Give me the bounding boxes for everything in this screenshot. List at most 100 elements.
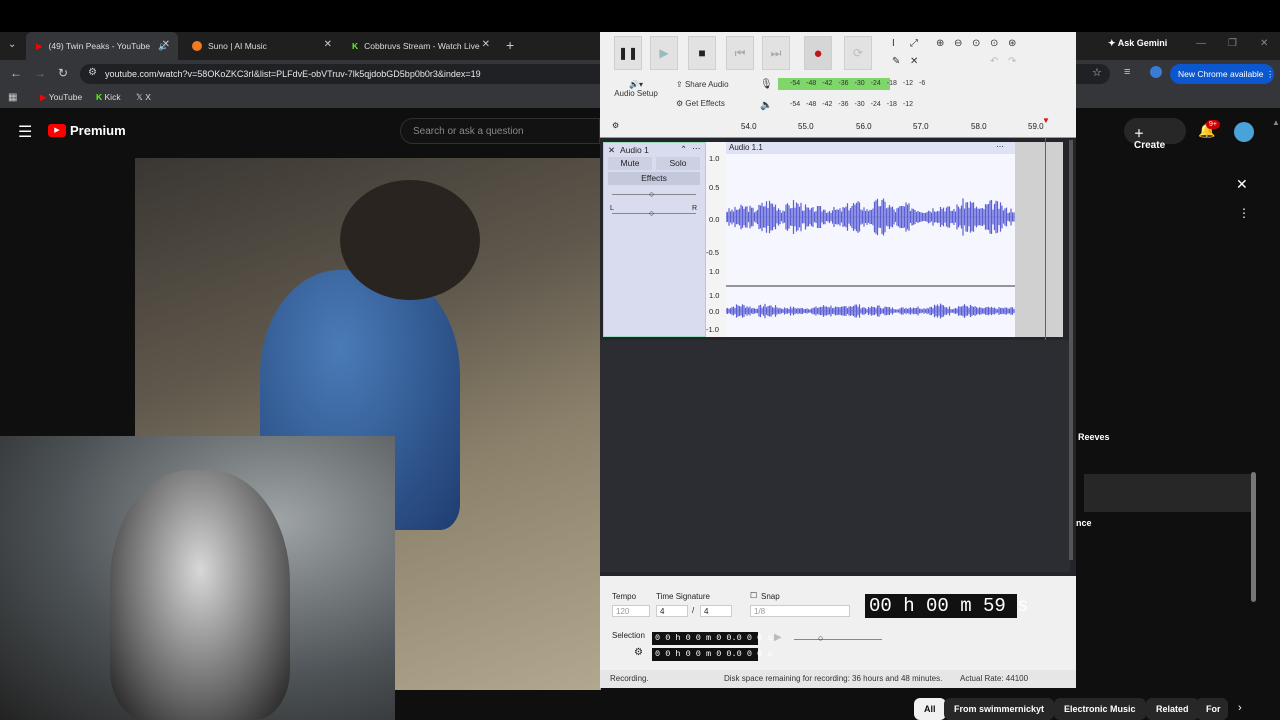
- close-panel-icon[interactable]: ✕: [1236, 176, 1248, 193]
- solo-button[interactable]: Solo: [656, 157, 700, 170]
- window-close-icon[interactable]: ✕: [1260, 38, 1268, 49]
- skip-end-button[interactable]: ⏭: [762, 36, 790, 70]
- draw-tool-icon[interactable]: ✎: [892, 56, 900, 67]
- gain-slider-thumb[interactable]: ○: [649, 189, 654, 199]
- loop-button[interactable]: ⟳: [844, 36, 872, 70]
- selection-settings-icon[interactable]: ⚙: [634, 647, 643, 658]
- zoom-out-icon[interactable]: ⊖: [954, 38, 962, 49]
- speed-slider[interactable]: [794, 639, 882, 640]
- selection-tool-icon[interactable]: I: [892, 38, 895, 49]
- close-tab-icon[interactable]: ✕: [162, 39, 170, 50]
- chip-all[interactable]: All: [914, 698, 946, 720]
- pause-button[interactable]: ❚❚: [614, 36, 642, 70]
- close-tab-icon[interactable]: ✕: [324, 39, 332, 50]
- bookmark-youtube[interactable]: ▶ YouTube: [40, 92, 82, 103]
- play-at-speed-icon[interactable]: ▶: [774, 632, 782, 643]
- redo-icon[interactable]: ↷: [1008, 56, 1016, 67]
- timeline-ruler[interactable]: ⚙ 54.0 55.0 56.0 57.0 58.0 59.0 ▼: [600, 116, 1076, 138]
- skip-start-button[interactable]: ⏮: [726, 36, 754, 70]
- zoom-toggle-icon[interactable]: ⊛: [1008, 38, 1016, 49]
- record-button[interactable]: ●: [804, 36, 832, 70]
- hamburger-menu-icon[interactable]: ☰: [18, 122, 32, 142]
- undo-icon[interactable]: ↶: [990, 56, 998, 67]
- timeline-settings-icon[interactable]: ⚙: [612, 121, 619, 130]
- tempo-input[interactable]: 120: [612, 605, 650, 617]
- playhead-marker-icon[interactable]: ▼: [1042, 116, 1050, 125]
- track-name[interactable]: Audio 1: [620, 145, 649, 155]
- microphone-icon[interactable]: 🎙: [760, 79, 773, 90]
- avatar[interactable]: [1234, 122, 1254, 142]
- bookmark-label: X: [145, 92, 151, 102]
- time-signature-numerator[interactable]: 4: [656, 605, 688, 617]
- tab-suno[interactable]: Suno | AI Music ✕: [182, 32, 340, 60]
- forward-icon[interactable]: →: [34, 66, 46, 80]
- reload-icon[interactable]: ↻: [58, 66, 68, 80]
- play-icon: ▶: [659, 46, 669, 60]
- chip-related[interactable]: Related: [1146, 698, 1199, 720]
- search-input[interactable]: Search or ask a question: [400, 118, 600, 144]
- site-info-icon[interactable]: ⚙: [88, 67, 97, 78]
- effects-button[interactable]: Effects: [608, 172, 700, 185]
- profile-icon[interactable]: [1150, 66, 1162, 78]
- time-signature-denominator[interactable]: 4: [700, 605, 732, 617]
- apps-grid-icon[interactable]: ▦: [8, 92, 17, 103]
- chip-from-channel[interactable]: From swimmernickyt: [944, 698, 1055, 720]
- chevron-right-icon[interactable]: ›: [1238, 702, 1242, 714]
- clip-menu-icon[interactable]: ⋯: [996, 142, 1004, 151]
- ask-gemini-button[interactable]: ✦ Ask Gemini: [1108, 38, 1167, 49]
- zoom-in-icon[interactable]: ⊕: [936, 38, 944, 49]
- track-menu-icon[interactable]: ⋯: [692, 143, 701, 154]
- audio-setup-button[interactable]: 🔊▾ Audio Setup: [614, 80, 658, 98]
- bookmark-star-icon[interactable]: ☆: [1092, 66, 1102, 79]
- bookmark-x[interactable]: 𝕏 X: [136, 92, 151, 103]
- record-meter-scale[interactable]: -54 -48 -42 -36 -30 -24 -18 -12 -6: [790, 80, 925, 90]
- close-track-icon[interactable]: ✕: [608, 145, 615, 156]
- stop-button[interactable]: ■: [688, 36, 716, 70]
- tracks-empty-area[interactable]: [600, 340, 1070, 572]
- playback-speaker-icon[interactable]: 🔈: [760, 100, 772, 111]
- clip-header[interactable]: Audio 1.1 ⋯: [726, 142, 1015, 154]
- minimize-icon[interactable]: —: [1196, 38, 1206, 49]
- snap-checkbox[interactable]: ☐: [750, 591, 757, 600]
- new-chrome-button[interactable]: New Chrome available ⋮: [1170, 64, 1274, 84]
- extensions-icon[interactable]: ≡: [1124, 66, 1130, 78]
- track-empty-region[interactable]: [1015, 142, 1063, 337]
- get-effects-button[interactable]: ⚙ Get Effects: [676, 99, 725, 108]
- side-item-highlight[interactable]: [1084, 474, 1252, 512]
- collapse-track-icon[interactable]: ⌃: [680, 144, 687, 155]
- selection-start[interactable]: 0 0 h 0 0 m 0 0.0 0 0 s: [652, 632, 772, 645]
- track-control-panel[interactable]: ✕ Audio 1 ⌃ ⋯ Mute Solo Effects ○ L R ○: [603, 142, 706, 337]
- fit-selection-icon[interactable]: ⊙: [972, 38, 980, 49]
- speed-slider-thumb[interactable]: ○: [818, 633, 823, 643]
- new-tab-icon[interactable]: +: [506, 37, 514, 53]
- scale-tick: 1.0: [709, 291, 720, 300]
- multi-tool-icon[interactable]: ✕: [910, 56, 918, 67]
- more-options-icon[interactable]: ⋮: [1238, 206, 1250, 220]
- chip-for[interactable]: For: [1196, 698, 1228, 720]
- meter-tick: -24: [870, 80, 881, 87]
- snap-select[interactable]: 1/8: [750, 605, 850, 617]
- scrollbar-thumb[interactable]: [1251, 472, 1256, 602]
- tab-kick[interactable]: K Cobbruvs Stream - Watch Live ✕: [342, 32, 498, 60]
- vertical-scrollbar[interactable]: [1069, 140, 1073, 560]
- fit-project-icon[interactable]: ⊙: [990, 38, 998, 49]
- create-button[interactable]: ＋ Create: [1124, 118, 1186, 151]
- pan-slider-thumb[interactable]: ○: [649, 208, 654, 218]
- mute-button[interactable]: Mute: [608, 157, 652, 170]
- envelope-tool-icon[interactable]: ⤢: [910, 38, 918, 49]
- audio-clip[interactable]: Audio 1.1 ⋯: [726, 142, 1015, 337]
- share-audio-button[interactable]: ⇪ Share Audio: [676, 80, 729, 89]
- playback-meter-scale[interactable]: -54 -48 -42 -36 -30 -24 -18 -12: [790, 101, 913, 111]
- selection-end[interactable]: 0 0 h 0 0 m 0 0.0 0 0 s: [652, 648, 772, 661]
- time-display[interactable]: 00 h 00 m 59 s: [865, 594, 1029, 618]
- back-icon[interactable]: ←: [10, 66, 22, 80]
- close-tab-icon[interactable]: ✕: [482, 39, 490, 50]
- bookmark-kick[interactable]: K Kick: [96, 92, 121, 102]
- maximize-icon[interactable]: ❐: [1228, 38, 1237, 49]
- chip-electronic-music[interactable]: Electronic Music: [1054, 698, 1146, 720]
- youtube-logo[interactable]: ▶ Premium: [48, 123, 126, 138]
- scroll-up-icon[interactable]: ▲: [1272, 118, 1280, 127]
- tab-youtube[interactable]: ▶ (49) Twin Peaks - YouTube 🔈 ✕: [26, 32, 178, 60]
- play-button[interactable]: ▶: [650, 36, 678, 70]
- tab-search-icon[interactable]: ⌄: [8, 39, 16, 50]
